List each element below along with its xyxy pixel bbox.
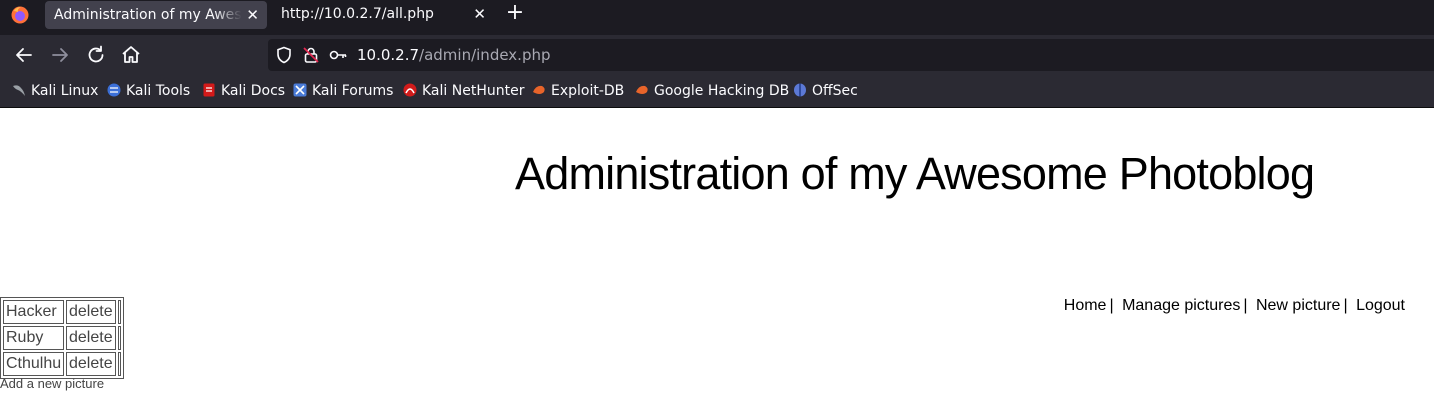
bookmark-label: Kali Forums — [312, 83, 394, 99]
bookmark-label: Kali Tools — [126, 83, 191, 99]
bookmark-google-hacking-db[interactable]: Google Hacking DB — [635, 75, 789, 107]
bookmark-kali-tools[interactable]: Kali Tools — [107, 75, 190, 107]
kali-forums-icon — [293, 83, 307, 97]
close-icon[interactable]: ✕ — [473, 0, 486, 28]
table-row: Cthulhu delete — [3, 352, 121, 376]
bookmark-exploit-db[interactable]: Exploit-DB — [532, 75, 624, 107]
url-bar[interactable]: 10.0.2.7/admin/index.php — [268, 39, 1434, 71]
bookmarks-toolbar: Kali Linux Kali Tools Kali Docs Kali For… — [0, 75, 1434, 108]
table-row: Hacker delete — [3, 300, 121, 324]
page-title: Administration of my Awesome Photoblog — [515, 148, 1315, 199]
empty-cell — [117, 352, 121, 376]
bookmark-kali-nethunter[interactable]: Kali NetHunter — [403, 75, 524, 107]
picture-name: Hacker — [3, 300, 64, 324]
table-row: Ruby delete — [3, 326, 121, 350]
empty-cell — [117, 300, 121, 324]
bookmark-label: OffSec — [812, 83, 858, 99]
action-cell: delete — [66, 300, 116, 324]
bookmark-offsec[interactable]: OffSec — [793, 75, 858, 107]
menu-new-picture-link[interactable]: New picture — [1256, 297, 1340, 314]
tab-bar: Administration of my Awesome Photoblog ✕… — [0, 0, 1434, 35]
reload-icon[interactable] — [84, 43, 108, 67]
bookmark-label: Kali Docs — [221, 83, 286, 99]
menu-home-link[interactable]: Home — [1064, 297, 1107, 314]
admin-menu: Home | Manage pictures | New picture | Logo… — [1064, 297, 1405, 315]
pictures-table: Hacker delete Ruby delete Cthulhu delete — [0, 297, 124, 379]
key-icon[interactable] — [328, 45, 348, 65]
delete-link[interactable]: delete — [69, 355, 113, 372]
exploit-db-icon — [533, 85, 545, 94]
tab-label: Administration of my Awesome Photoblog — [54, 7, 242, 23]
add-new-picture-link[interactable]: Add a new picture — [0, 376, 104, 391]
forward-icon[interactable] — [48, 43, 72, 67]
menu-separator: | — [1343, 297, 1348, 314]
picture-name: Ruby — [3, 326, 64, 350]
delete-link[interactable]: delete — [69, 303, 113, 320]
bookmark-kali-docs[interactable]: Kali Docs — [202, 75, 285, 107]
bookmark-label: Kali NetHunter — [422, 83, 525, 99]
new-tab-icon[interactable]: + — [504, 0, 526, 28]
bookmark-kali-forums[interactable]: Kali Forums — [293, 75, 393, 107]
ghdb-icon — [636, 85, 648, 94]
tab-label: http://10.0.2.7/all.php — [281, 6, 434, 22]
menu-separator: | — [1243, 297, 1248, 314]
action-cell: delete — [66, 326, 116, 350]
empty-cell — [117, 326, 121, 350]
delete-link[interactable]: delete — [69, 329, 113, 346]
navigation-toolbar: 10.0.2.7/admin/index.php — [0, 35, 1434, 75]
shield-icon[interactable] — [274, 45, 294, 65]
insecure-lock-icon[interactable] — [301, 45, 321, 65]
kali-dragon-icon — [13, 85, 25, 96]
picture-name: Cthulhu — [3, 352, 64, 376]
kali-tools-icon — [107, 83, 121, 97]
back-icon[interactable] — [12, 43, 36, 67]
tab-admin[interactable]: Administration of my Awesome Photoblog ✕ — [45, 1, 267, 29]
url-path: /admin/index.php — [419, 46, 551, 64]
url-host: 10.0.2.7 — [357, 46, 420, 64]
close-icon[interactable]: ✕ — [246, 1, 259, 29]
action-cell: delete — [66, 352, 116, 376]
offsec-icon — [794, 83, 806, 97]
kali-docs-icon — [203, 83, 215, 97]
bookmark-label: Google Hacking DB — [654, 83, 790, 99]
menu-separator: | — [1109, 297, 1114, 314]
url-text[interactable]: 10.0.2.7/admin/index.php — [357, 39, 551, 71]
bookmark-label: Exploit-DB — [551, 83, 625, 99]
menu-logout-link[interactable]: Logout — [1356, 297, 1405, 314]
firefox-icon[interactable] — [10, 5, 30, 25]
home-icon[interactable] — [119, 43, 143, 67]
bookmark-label: Kali Linux — [31, 83, 99, 99]
page-content: Administration of my Awesome Photoblog H… — [0, 108, 1434, 405]
bookmark-kali-linux[interactable]: Kali Linux — [12, 75, 98, 107]
menu-manage-pictures-link[interactable]: Manage pictures — [1122, 297, 1240, 314]
nethunter-icon — [403, 83, 417, 97]
tab-all-php[interactable]: http://10.0.2.7/all.php ✕ — [272, 0, 494, 28]
